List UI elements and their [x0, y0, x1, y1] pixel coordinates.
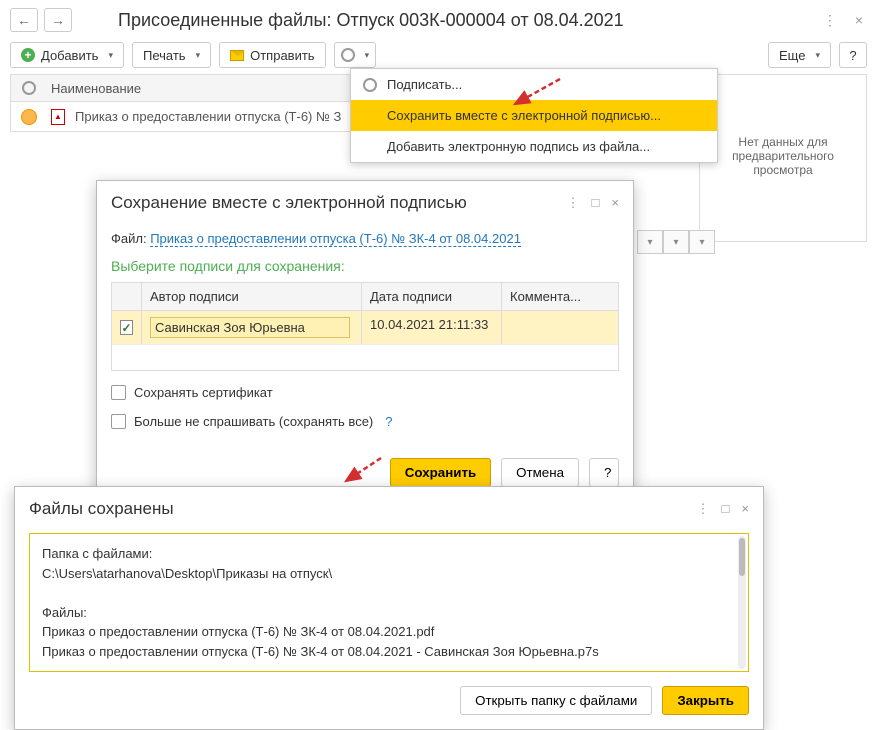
dont-ask-label: Больше не спрашивать (сохранять все) [134, 414, 373, 429]
swirl-icon [341, 48, 355, 62]
swirl-orange-icon [21, 109, 37, 125]
add-label: Добавить [41, 48, 98, 63]
signature-row[interactable]: ✓ Савинская Зоя Юрьевна 10.04.2021 21:11… [112, 311, 618, 344]
mini-button[interactable]: ▾ [689, 230, 715, 254]
preview-line2: предварительного [710, 149, 856, 163]
mini-button[interactable]: ▾ [663, 230, 689, 254]
add-button[interactable]: + Добавить [10, 42, 124, 68]
choose-signatures-label: Выберите подписи для сохранения: [111, 258, 619, 274]
cancel-button[interactable]: Отмена [501, 458, 579, 487]
dialog-title: Файлы сохранены [29, 499, 697, 519]
menu-sign[interactable]: Подписать... [351, 69, 717, 100]
kebab-icon[interactable]: ⋮ [697, 501, 710, 517]
help-button[interactable]: ? [839, 42, 867, 68]
files-label: Файлы: [42, 603, 736, 623]
empty-row [112, 344, 618, 370]
file-line-1: Приказ о предоставлении отпуска (Т-6) № … [42, 622, 736, 642]
print-button[interactable]: Печать [132, 42, 211, 68]
mail-icon [230, 50, 244, 61]
close-icon[interactable]: × [611, 195, 619, 211]
pdf-icon [51, 109, 65, 125]
col-comment: Коммента... [502, 283, 618, 310]
arrow-annotation [336, 455, 386, 489]
folder-label: Папка с файлами: [42, 544, 736, 564]
maximize-icon[interactable]: □ [722, 501, 730, 517]
save-cert-label: Сохранять сертификат [134, 385, 273, 400]
dont-ask-checkbox[interactable] [111, 414, 126, 429]
close-icon[interactable]: × [851, 10, 867, 31]
signatures-table: Автор подписи Дата подписи Коммента... ✓… [111, 282, 619, 371]
col-date: Дата подписи [362, 283, 502, 310]
col-author: Автор подписи [142, 283, 362, 310]
menu-save-label: Сохранить вместе с электронной подписью.… [387, 108, 661, 123]
swirl-icon [22, 81, 36, 95]
save-with-signature-dialog: Сохранение вместе с электронной подписью… [96, 180, 634, 502]
back-button[interactable]: ← [10, 8, 38, 32]
help-link[interactable]: ? [385, 414, 392, 429]
print-label: Печать [143, 48, 186, 63]
author-cell[interactable]: Савинская Зоя Юрьевна [150, 317, 350, 338]
date-cell: 10.04.2021 21:11:33 [362, 311, 502, 344]
menu-save-with-signature[interactable]: Сохранить вместе с электронной подписью.… [351, 100, 717, 131]
col-check [112, 283, 142, 310]
preview-line3: просмотра [710, 163, 856, 177]
menu-sign-label: Подписать... [387, 77, 462, 92]
file-label: Файл: [111, 231, 147, 246]
mini-button[interactable]: ▾ [637, 230, 663, 254]
dialog-title: Сохранение вместе с электронной подписью [111, 193, 567, 213]
save-cert-checkbox[interactable] [111, 385, 126, 400]
folder-path: C:\Users\atarhanova\Desktop\Приказы на о… [42, 564, 736, 584]
help-button[interactable]: ? [589, 458, 619, 487]
open-folder-button[interactable]: Открыть папку с файлами [460, 686, 652, 715]
forward-button[interactable]: → [44, 8, 72, 32]
kebab-icon[interactable]: ⋮ [819, 10, 841, 31]
menu-add-label: Добавить электронную подпись из файла... [387, 139, 650, 154]
result-text-box: Папка с файлами: C:\Users\atarhanova\Des… [29, 533, 749, 672]
save-button[interactable]: Сохранить [390, 458, 491, 487]
comment-cell [502, 311, 618, 344]
plus-icon: + [21, 48, 35, 62]
send-button[interactable]: Отправить [219, 42, 325, 68]
preview-line1: Нет данных для [710, 135, 856, 149]
close-button[interactable]: Закрыть [662, 686, 749, 715]
send-label: Отправить [250, 48, 314, 63]
maximize-icon[interactable]: □ [592, 195, 600, 211]
swirl-icon [363, 78, 377, 92]
file-link[interactable]: Приказ о предоставлении отпуска (Т-6) № … [150, 231, 521, 247]
signature-menu-button[interactable] [334, 42, 377, 68]
more-button[interactable]: Еще [768, 42, 831, 68]
files-saved-dialog: Файлы сохранены ⋮ □ × Папка с файлами: C… [14, 486, 764, 730]
window-title: Присоединенные файлы: Отпуск 003К-000004… [118, 10, 813, 31]
menu-add-signature-from-file[interactable]: Добавить электронную подпись из файла... [351, 131, 717, 162]
help-label: ? [849, 48, 856, 63]
signature-menu: Подписать... Сохранить вместе с электрон… [350, 68, 718, 163]
preview-panel: Нет данных для предварительного просмотр… [699, 74, 867, 242]
checkbox-checked[interactable]: ✓ [120, 320, 133, 335]
more-label: Еще [779, 48, 805, 63]
kebab-icon[interactable]: ⋮ [567, 195, 580, 211]
file-line-2: Приказ о предоставлении отпуска (Т-6) № … [42, 642, 736, 662]
scrollbar[interactable] [738, 536, 746, 669]
close-icon[interactable]: × [741, 501, 749, 517]
